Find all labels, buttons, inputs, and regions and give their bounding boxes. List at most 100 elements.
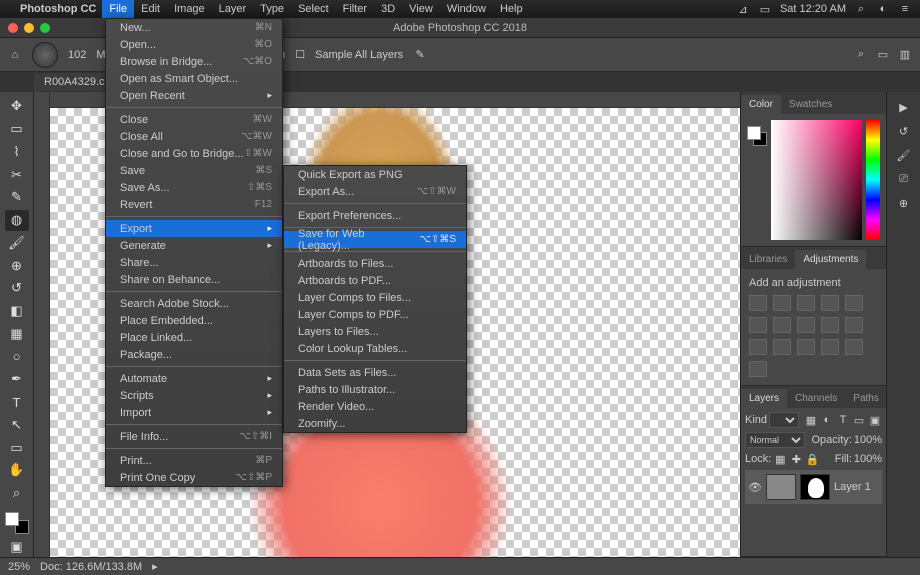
file-menu-print[interactable]: Print...⌘P [106, 452, 282, 469]
color-tab[interactable]: Color [741, 95, 781, 114]
vibrance-icon[interactable] [845, 295, 863, 311]
menubar-filter[interactable]: Filter [336, 0, 374, 18]
pressure-icon[interactable]: ✎ [413, 48, 427, 62]
adj-filter-icon[interactable]: ◐ [820, 413, 834, 427]
workspace-icon[interactable]: ▥ [898, 48, 912, 62]
layer-name[interactable]: Layer 1 [834, 481, 871, 493]
share-icon[interactable]: ▭ [876, 48, 890, 62]
type-tool[interactable]: T [5, 392, 29, 413]
menubar-view[interactable]: View [402, 0, 440, 18]
ruler-vertical[interactable] [34, 92, 50, 557]
menubar-type[interactable]: Type [253, 0, 291, 18]
shape-tool[interactable]: ▭ [5, 437, 29, 458]
wifi-icon[interactable]: ⊿ [736, 2, 750, 16]
layer-thumbnail[interactable] [766, 474, 796, 500]
file-menu-automate[interactable]: Automate [106, 370, 282, 387]
file-menu-save-as[interactable]: Save As...⇧⌘S [106, 179, 282, 196]
eyedropper-tool[interactable]: ✎ [5, 187, 29, 208]
menubar-image[interactable]: Image [167, 0, 212, 18]
export-menu-save-for-web-legacy[interactable]: Save for Web (Legacy)...⌥⇧⌘S [284, 231, 466, 248]
exposure-icon[interactable] [821, 295, 839, 311]
file-menu-close-all[interactable]: Close All⌥⌘W [106, 128, 282, 145]
export-menu-color-lookup-tables[interactable]: Color Lookup Tables... [284, 340, 466, 357]
channel-mixer-icon[interactable] [845, 317, 863, 333]
eraser-tool[interactable]: ◧ [5, 301, 29, 322]
libraries-tab[interactable]: Libraries [741, 250, 795, 269]
menubar-edit[interactable]: Edit [134, 0, 167, 18]
healing-brush-tool[interactable]: ◍ [5, 210, 29, 231]
history-icon[interactable]: ↺ [897, 124, 911, 138]
file-menu-close-and-go-to-bridge[interactable]: Close and Go to Bridge...⇧⌘W [106, 145, 282, 162]
swatches-tab[interactable]: Swatches [781, 95, 840, 114]
smart-filter-icon[interactable]: ▣ [868, 413, 882, 427]
layers-tab[interactable]: Layers [741, 389, 787, 408]
file-menu-import[interactable]: Import [106, 404, 282, 421]
menubar-select[interactable]: Select [291, 0, 336, 18]
export-menu-paths-to-illustrator[interactable]: Paths to Illustrator... [284, 381, 466, 398]
file-menu-open[interactable]: Open...⌘O [106, 36, 282, 53]
brush-preview[interactable] [32, 42, 58, 68]
export-menu-export-as[interactable]: Export As...⌥⇧⌘W [284, 183, 466, 200]
export-menu-layers-to-files[interactable]: Layers to Files... [284, 323, 466, 340]
visibility-icon[interactable]: 👁 [748, 480, 762, 494]
export-menu-export-preferences[interactable]: Export Preferences... [284, 207, 466, 224]
file-menu-scripts[interactable]: Scripts [106, 387, 282, 404]
crop-tool[interactable]: ✂ [5, 164, 29, 185]
brightness-icon[interactable] [749, 295, 767, 311]
photo-filter-icon[interactable] [821, 317, 839, 333]
color-fgbg[interactable] [747, 126, 767, 146]
home-icon[interactable]: ⌂ [8, 48, 22, 62]
kind-select[interactable] [769, 412, 799, 428]
clone-stamp-tool[interactable]: ⊕ [5, 255, 29, 276]
battery-icon[interactable]: ▭ [758, 2, 772, 16]
threshold-icon[interactable] [821, 339, 839, 355]
app-name[interactable]: Photoshop CC [14, 3, 102, 15]
file-menu-place-embedded[interactable]: Place Embedded... [106, 312, 282, 329]
file-menu-browse-in-bridge[interactable]: Browse in Bridge...⌥⌘O [106, 53, 282, 70]
file-menu-new[interactable]: New...⌘N [106, 19, 282, 36]
selective-color-icon[interactable] [749, 361, 767, 377]
menubar-file[interactable]: File [102, 0, 134, 18]
gradient-tool[interactable]: ▦ [5, 324, 29, 345]
file-menu-open-recent[interactable]: Open Recent [106, 87, 282, 104]
marquee-tool[interactable]: ▭ [5, 119, 29, 140]
hue-slider[interactable] [866, 120, 880, 240]
channels-tab[interactable]: Channels [787, 389, 845, 408]
brush-settings-icon[interactable]: ⎚ [897, 172, 911, 186]
layer-mask-thumbnail[interactable] [800, 474, 830, 500]
menubar-layer[interactable]: Layer [212, 0, 254, 18]
shape-filter-icon[interactable]: ▭ [852, 413, 866, 427]
zoom-level[interactable]: 25% [8, 561, 30, 573]
image-filter-icon[interactable]: ▦ [804, 413, 818, 427]
file-menu-revert[interactable]: RevertF12 [106, 196, 282, 213]
layer-item[interactable]: 👁 Layer 1 [745, 470, 882, 504]
clock[interactable]: Sat 12:20 AM [780, 3, 846, 15]
menubar-window[interactable]: Window [440, 0, 493, 18]
brush-panel-icon[interactable]: 🖌 [897, 148, 911, 162]
bw-icon[interactable] [797, 317, 815, 333]
notifications-icon[interactable]: ≡ [898, 2, 912, 16]
levels-icon[interactable] [773, 295, 791, 311]
export-menu-render-video[interactable]: Render Video... [284, 398, 466, 415]
hand-tool[interactable]: ✋ [5, 460, 29, 481]
file-menu-save[interactable]: Save⌘S [106, 162, 282, 179]
clone-source-icon[interactable]: ⊕ [897, 196, 911, 210]
invert-icon[interactable] [773, 339, 791, 355]
file-menu-share[interactable]: Share... [106, 254, 282, 271]
blend-mode-select[interactable]: Normal [745, 432, 805, 448]
posterize-icon[interactable] [797, 339, 815, 355]
sample-all-option[interactable]: Sample All Layers [315, 49, 403, 61]
lock-position-icon[interactable]: ✚ [789, 452, 803, 466]
search-icon[interactable]: ⌕ [854, 2, 868, 16]
balance-icon[interactable] [773, 317, 791, 333]
profile-icon[interactable]: ◐ [876, 2, 890, 16]
adjustments-tab[interactable]: Adjustments [795, 250, 866, 269]
lock-pixels-icon[interactable]: ▦ [773, 452, 787, 466]
zoom-tool[interactable]: ⌕ [5, 483, 29, 504]
type-filter-icon[interactable]: T [836, 413, 850, 427]
hue-icon[interactable] [749, 317, 767, 333]
lookup-icon[interactable] [749, 339, 767, 355]
lasso-tool[interactable]: ⌇ [5, 142, 29, 163]
quick-mask-tool[interactable]: ▣ [5, 536, 29, 557]
paths-tab[interactable]: Paths [845, 389, 887, 408]
